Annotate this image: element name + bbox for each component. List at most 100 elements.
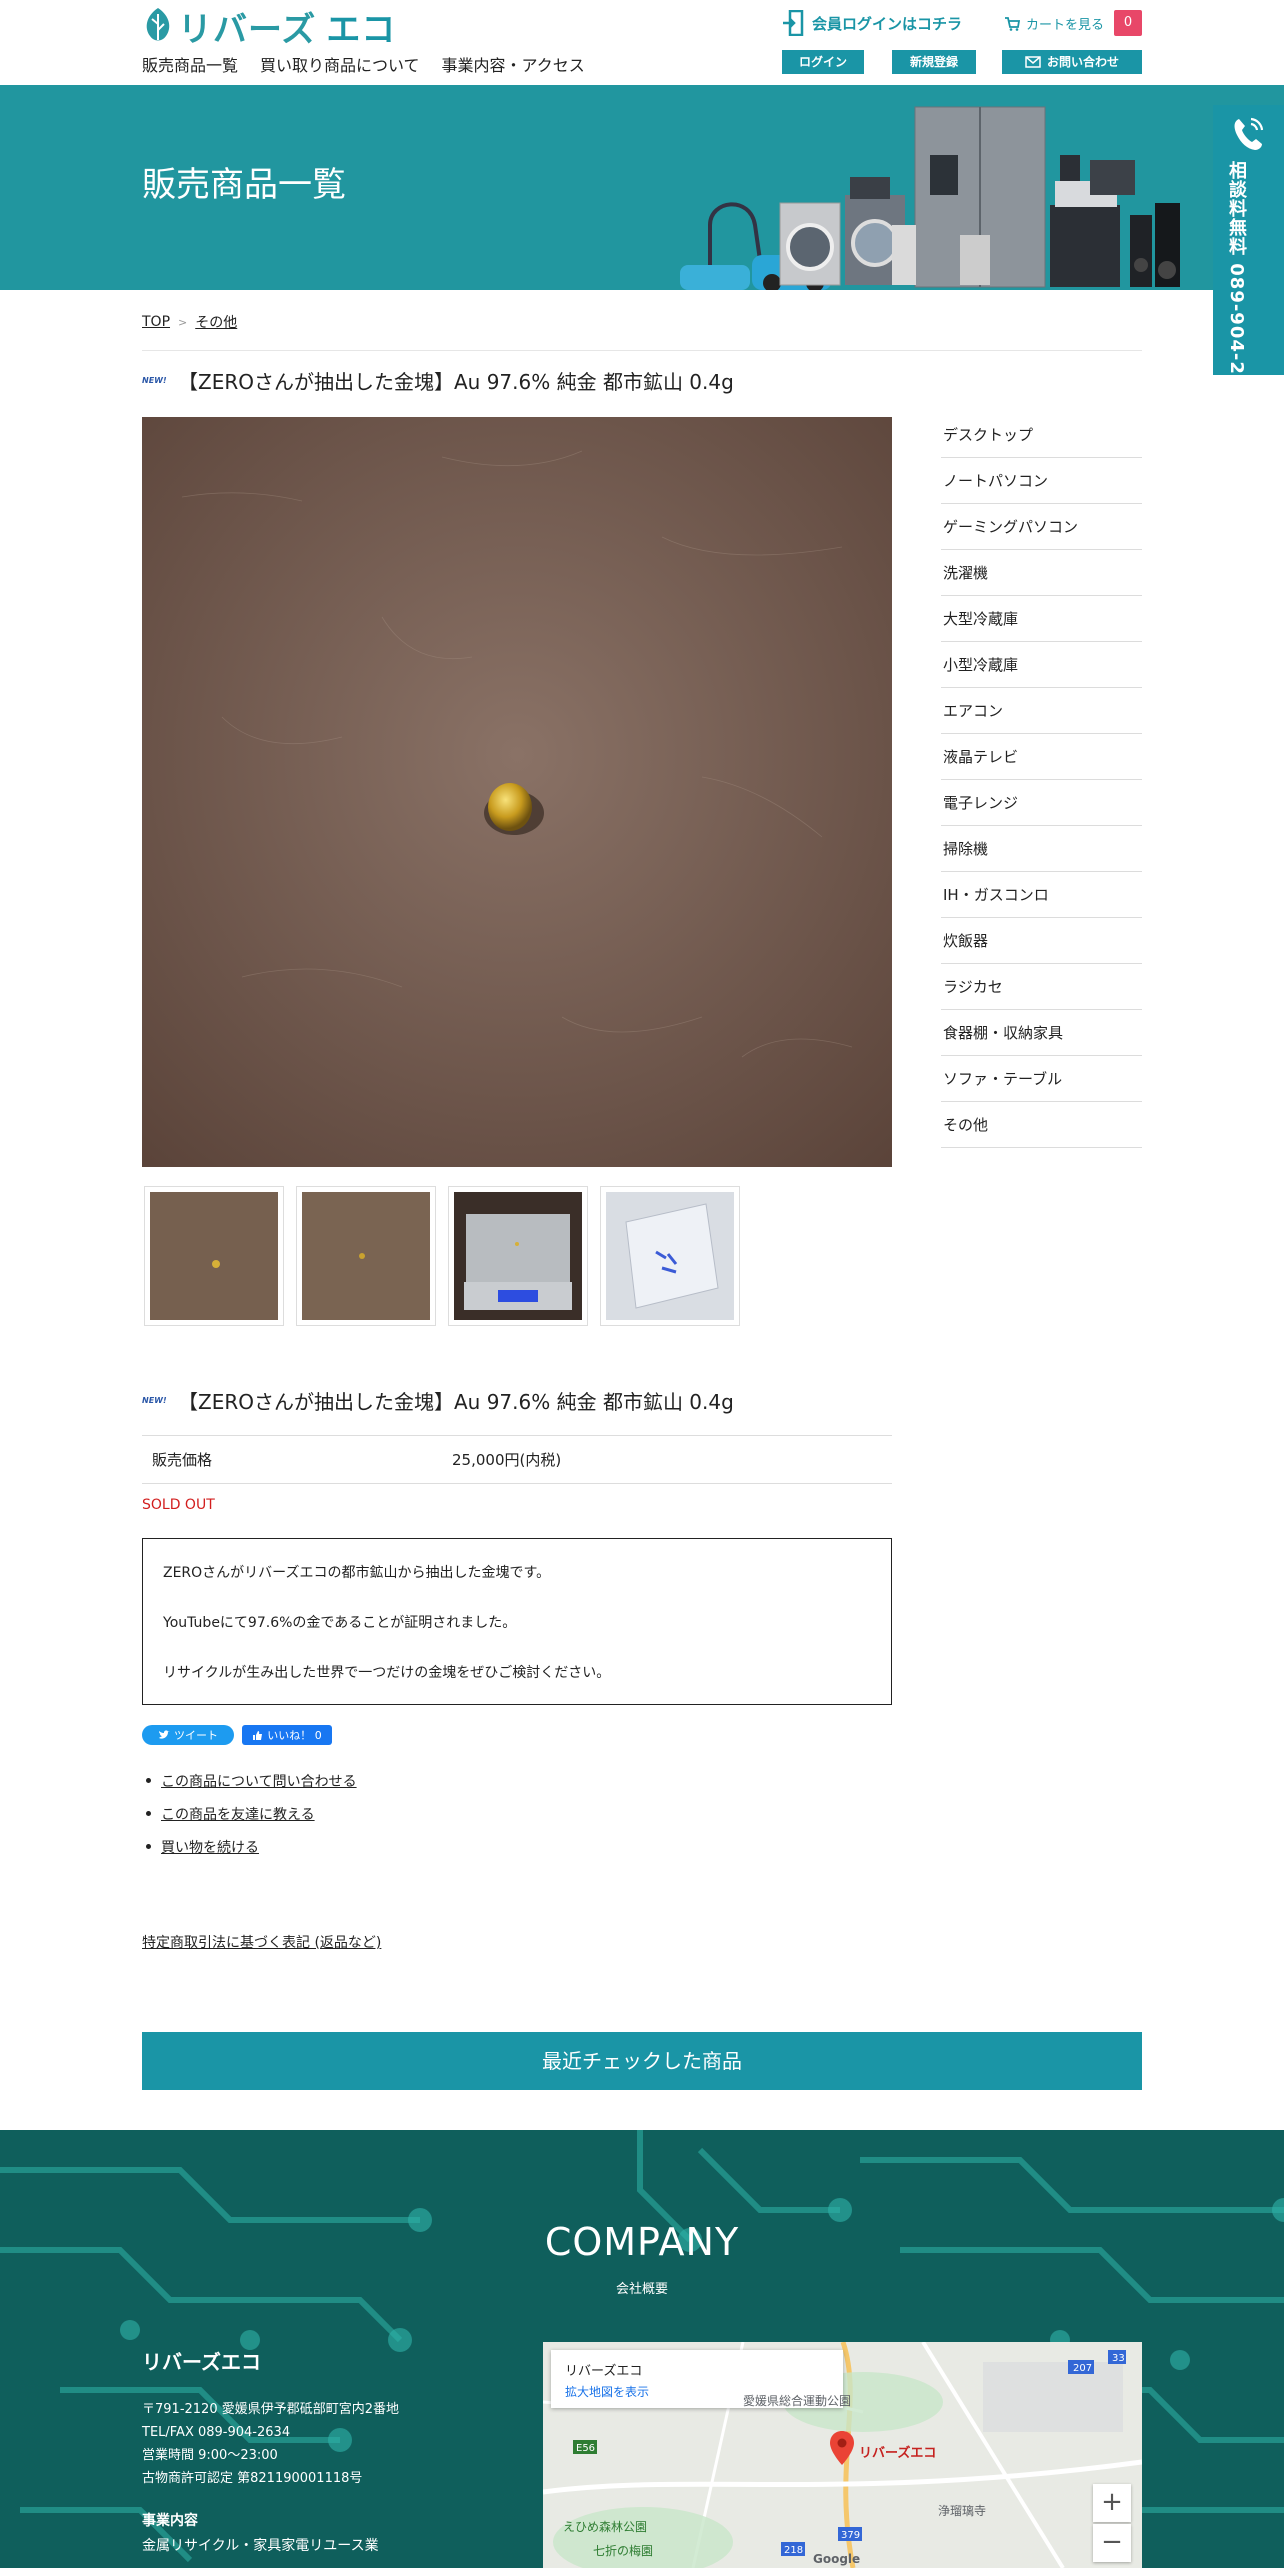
map-pin-icon[interactable] [829,2430,855,2466]
price-label: 販売価格 [152,1451,213,1469]
company-info: 〒791-2120 愛媛県伊予郡砥部町宮内2番地 TEL/FAX 089-904… [142,2398,399,2490]
thumbnail-strip [144,1186,740,1326]
category-item-vacuum[interactable]: 掃除機 [941,826,1142,872]
product-main-image[interactable] [142,417,892,1167]
thumb-nugget-photo-2 [302,1192,430,1320]
member-login-label: 会員ログインはコチラ [812,14,963,33]
new-badge: NEW! [142,1395,167,1405]
cart-icon [1005,16,1020,31]
breadcrumb: TOP > その他 [142,312,237,332]
map-label-park: 愛媛県総合運動公園 [743,2394,852,2408]
contact-button[interactable]: お問い合わせ [1002,50,1142,74]
login-door-icon [783,10,804,36]
hero-banner: 販売商品一覧 [0,85,1284,290]
recently-viewed-heading: 最近チェックした商品 [142,2032,1142,2090]
thumbnail-3[interactable] [448,1186,588,1326]
list-item: 買い物を続ける [146,1830,357,1863]
thumbnail-2[interactable] [296,1186,436,1326]
google-map[interactable]: 207 33 E56 379 218 リバーズエコ 拡大地図を表示 リバーズエコ… [543,2342,1142,2568]
map-pin-label: リバーズエコ [859,2446,937,2461]
list-item: この商品を友達に教える [146,1797,357,1830]
like-button[interactable]: いいね！ 0 [242,1725,332,1745]
company-footer: COMPANY 会社概要 リバーズエコ 〒791-2120 愛媛県伊予郡砥部町宮… [0,2130,1284,2568]
legal-notice-link[interactable]: 特定商取引法に基づく表記 (返品など) [142,1932,381,1952]
breadcrumb-current[interactable]: その他 [195,312,237,332]
thumbnail-1[interactable] [144,1186,284,1326]
cart-count-badge: 0 [1114,10,1142,36]
continue-shopping-link[interactable]: 買い物を続ける [161,1837,259,1857]
register-button[interactable]: 新規登録 [892,50,976,74]
company-address: 〒791-2120 愛媛県伊予郡砥部町宮内2番地 [142,2402,399,2417]
company-hours: 営業時間 9:00〜23:00 [142,2448,278,2463]
map-zoom-out-button[interactable]: − [1093,2524,1131,2562]
phone-consult-tab[interactable]: 相談料無料 089-904-2634 [1213,105,1284,415]
breadcrumb-separator: > [178,315,188,329]
map-label-plum-garden: 七折の梅園 [593,2544,654,2558]
product-title-text: 【ZEROさんが抽出した金塊】Au 97.6% 純金 都市鉱山 0.4g [178,1390,734,1414]
nav-item-products[interactable]: 販売商品一覧 [142,52,238,76]
category-item-other[interactable]: その他 [941,1102,1142,1148]
site-logo[interactable]: リバーズ エコ [178,2,396,51]
product-action-links: この商品について問い合わせる この商品を友達に教える 買い物を続ける [146,1764,357,1863]
category-item-desktop[interactable]: デスクトップ [941,412,1142,458]
category-item-sofa-table[interactable]: ソファ・テーブル [941,1056,1142,1102]
category-item-rice-cooker[interactable]: 炊飯器 [941,918,1142,964]
map-label-forest-park: えひめ森林公園 [563,2520,648,2534]
category-item-radio[interactable]: ラジカセ [941,964,1142,1010]
leaf-logo-icon [146,8,170,41]
price-value: 25,000円(内税) [452,1451,562,1469]
global-nav: 販売商品一覧 買い取り商品について 事業内容・アクセス [142,52,585,76]
category-item-lcd-tv[interactable]: 液晶テレビ [941,734,1142,780]
login-button[interactable]: ログイン [782,50,864,74]
page-title: 販売商品一覧 [142,165,346,205]
company-subheading: 会社概要 [615,2282,668,2297]
company-heading: COMPANY [544,2220,740,2264]
category-item-large-fridge[interactable]: 大型冷蔵庫 [941,596,1142,642]
mail-icon [1025,56,1041,68]
thumb-bag-photo [606,1192,734,1320]
list-item: この商品について問い合わせる [146,1764,357,1797]
company-phone: TEL/FAX 089-904-2634 [142,2425,291,2440]
price-row: 販売価格 25,000円(内税) [142,1435,892,1484]
category-item-stove[interactable]: IH・ガスコンロ [941,872,1142,918]
sold-out-status: SOLD OUT [142,1497,215,1513]
category-list: デスクトップ ノートパソコン ゲーミングパソコン 洗濯機 大型冷蔵庫 小型冷蔵庫… [941,412,1142,1148]
contact-button-label: お問い合わせ [1046,55,1119,69]
nav-item-business[interactable]: 事業内容・アクセス [442,52,585,76]
cart-link[interactable]: カートを見る [1004,14,1104,33]
description-line: ZEROさんがリバーズエコの都市鉱山から抽出した金塊です。 [163,1565,551,1581]
category-item-gaming-pc[interactable]: ゲーミングパソコン [941,504,1142,550]
tweet-label: ツイート [174,1729,218,1742]
map-road-e56: E56 [576,2443,595,2454]
map-road-207: 207 [1073,2363,1092,2374]
product-description: ZEROさんがリバーズエコの都市鉱山から抽出した金塊です。 YouTubeにて9… [142,1538,892,1705]
map-road-33: 33 [1112,2353,1125,2364]
inquire-link[interactable]: この商品について問い合わせる [161,1771,357,1791]
gold-nugget-photo [142,417,892,1167]
category-item-aircon[interactable]: エアコン [941,688,1142,734]
map-label-temple: 浄瑠璃寺 [938,2504,987,2518]
category-item-washer[interactable]: 洗濯機 [941,550,1142,596]
member-login-link[interactable]: 会員ログインはコチラ [782,10,962,36]
breadcrumb-top[interactable]: TOP [142,314,170,330]
logo-text-eco: エコ [326,10,397,50]
thumbs-up-icon [253,1730,263,1740]
nav-item-buyback[interactable]: 買い取り商品について [260,52,420,76]
logo-text: リバーズ [178,10,317,50]
map-zoom-in-button[interactable]: + [1093,2484,1131,2522]
tweet-button[interactable]: ツイート [142,1725,234,1745]
thumbnail-4[interactable] [600,1186,740,1326]
category-item-cupboard[interactable]: 食器棚・収納家具 [941,1010,1142,1056]
company-name: リバーズエコ [142,2350,261,2374]
product-title-text: 【ZEROさんが抽出した金塊】Au 97.6% 純金 都市鉱山 0.4g [178,370,734,394]
product-title-detail: NEW! 【ZEROさんが抽出した金塊】Au 97.6% 純金 都市鉱山 0.4… [142,1386,734,1415]
category-item-small-fridge[interactable]: 小型冷蔵庫 [941,642,1142,688]
tell-friend-link[interactable]: この商品を友達に教える [161,1804,315,1824]
product-title-top: NEW! 【ZEROさんが抽出した金塊】Au 97.6% 純金 都市鉱山 0.4… [142,366,734,395]
map-place-name: リバーズエコ [565,2364,643,2379]
category-item-notebook[interactable]: ノートパソコン [941,458,1142,504]
twitter-bird-icon [159,1730,170,1739]
category-item-microwave[interactable]: 電子レンジ [941,780,1142,826]
description-line: YouTubeにて97.6%の金であることが証明されました。 [163,1615,517,1631]
thumb-scale-photo [454,1192,582,1320]
